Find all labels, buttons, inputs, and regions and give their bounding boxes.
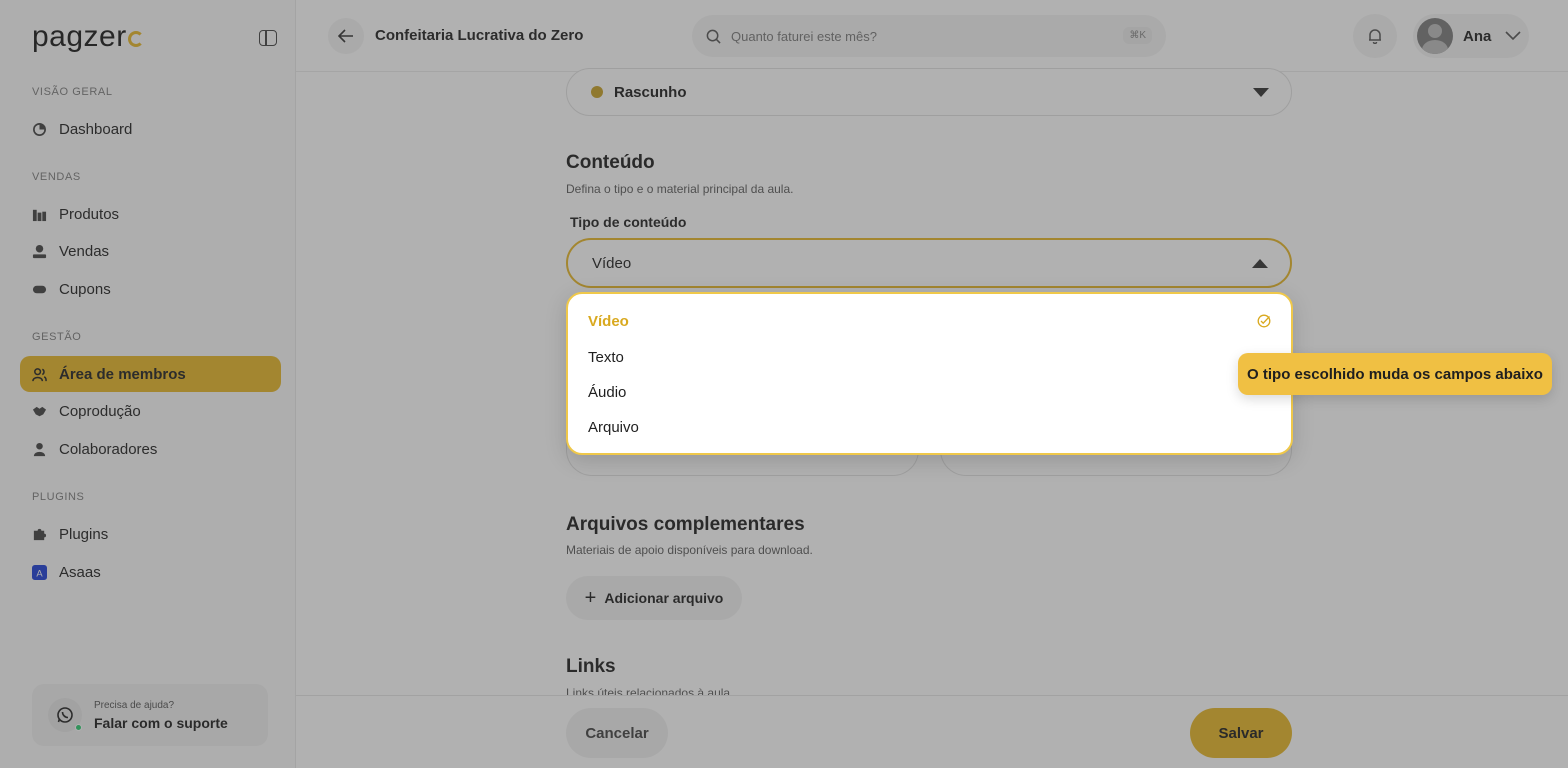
- onboarding-tooltip: O tipo escolhido muda os campos abaixo: [1238, 353, 1552, 395]
- option-arquivo[interactable]: Arquivo: [588, 419, 639, 436]
- content-type-dropdown: Vídeo Texto Áudio Arquivo: [566, 292, 1293, 455]
- option-texto[interactable]: Texto: [588, 349, 624, 366]
- check-circle-icon: [1257, 314, 1271, 328]
- option-video[interactable]: Vídeo: [588, 313, 629, 330]
- option-audio[interactable]: Áudio: [588, 384, 626, 401]
